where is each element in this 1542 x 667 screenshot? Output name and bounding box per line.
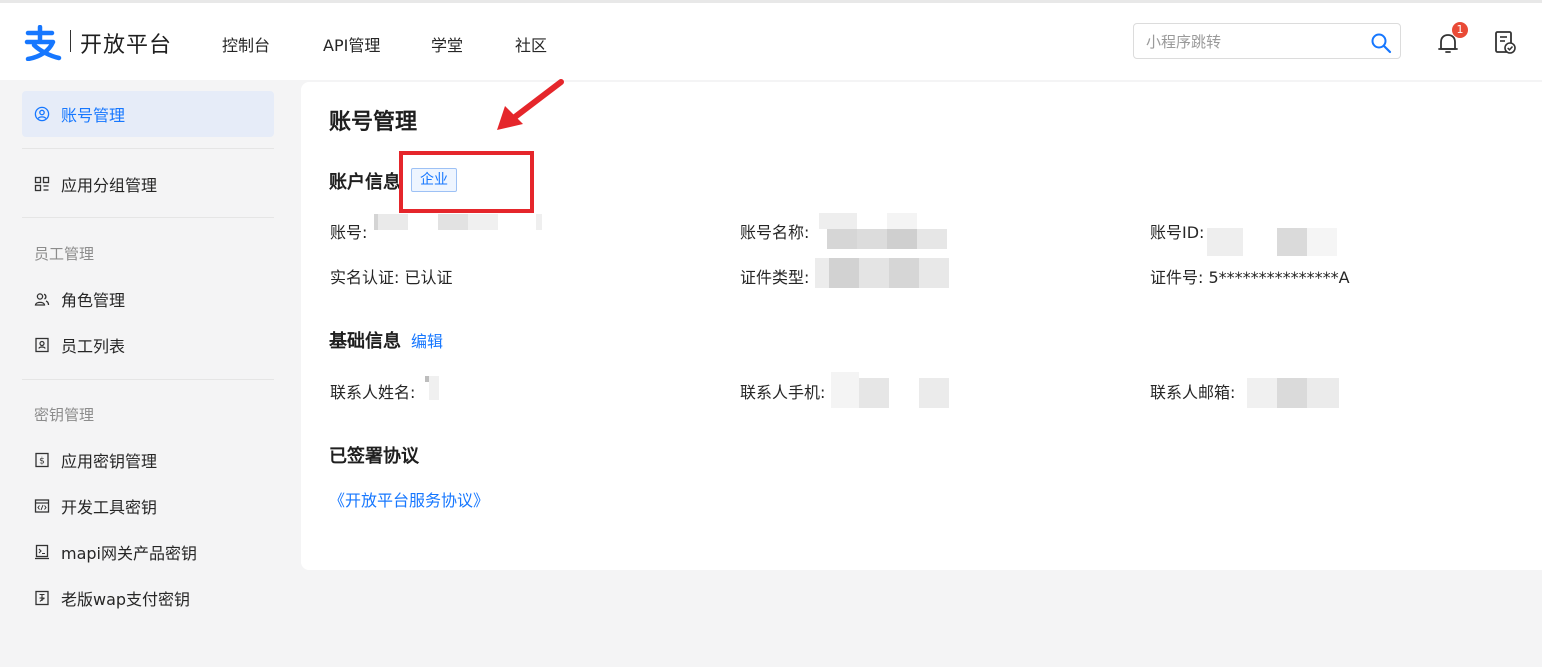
divider — [22, 379, 274, 380]
sidebar-item-staff-list[interactable]: 员工列表 — [22, 322, 274, 368]
sidebar-item-roles[interactable]: 角色管理 — [22, 276, 274, 322]
payment-doc-icon — [35, 590, 49, 606]
blurred-contact-email-value — [1247, 378, 1339, 408]
field-cert-no-label: 证件号: 5***************A — [1150, 264, 1350, 288]
sidebar-item-label: 角色管理 — [61, 291, 126, 310]
nav-community[interactable]: 社区 — [515, 32, 547, 56]
search-box — [1133, 23, 1401, 59]
divider — [22, 148, 274, 149]
blurred-cert-type-value — [815, 258, 949, 288]
sidebar-item-label: 员工列表 — [61, 337, 126, 356]
cert-no-label: 证件号: — [1150, 268, 1204, 287]
divider — [22, 217, 274, 218]
blurred-account-value — [374, 214, 542, 230]
key-doc-icon: $ — [35, 452, 49, 468]
blurred-account-name-value — [819, 213, 949, 249]
page-title: 账号管理 — [329, 110, 418, 135]
svg-text:$: $ — [39, 457, 45, 467]
real-name-label: 实名认证: — [330, 268, 400, 287]
field-account-label: 账号: — [330, 223, 368, 242]
sidebar-item-devtool-keys[interactable]: 开发工具密钥 — [22, 483, 274, 529]
field-real-name-label: 实名认证: 已认证 — [330, 264, 453, 288]
annotation-arrow-icon — [497, 79, 564, 130]
logo-divider — [70, 30, 71, 52]
field-account-id-label: 账号ID: — [1150, 223, 1205, 242]
users-icon — [34, 293, 50, 306]
top-bar: 开放平台 控制台 API管理 学堂 社区 1 — [0, 0, 1542, 80]
id-card-icon — [35, 337, 49, 353]
blurred-contact-phone-value — [831, 372, 949, 408]
blurred-account-id-value — [1207, 228, 1337, 256]
field-cert-type-label: 证件类型: — [740, 268, 810, 287]
sidebar-item-legacy-wap-keys[interactable]: 老版wap支付密钥 — [22, 575, 274, 621]
field-account-name-label: 账号名称: — [740, 223, 810, 242]
logo-text[interactable]: 开放平台 — [80, 27, 172, 59]
section-title-account-info: 账户信息 — [329, 172, 401, 193]
nav-academy[interactable]: 学堂 — [431, 32, 463, 56]
sidebar-item-label: 老版wap支付密钥 — [61, 590, 191, 609]
sidebar-group-staff: 员工管理 — [34, 245, 95, 263]
sidebar-item-app-groups[interactable]: 应用分组管理 — [22, 161, 274, 207]
nav-console[interactable]: 控制台 — [222, 32, 270, 56]
field-contact-name-label: 联系人姓名: — [330, 383, 416, 402]
sidebar-group-keys: 密钥管理 — [34, 406, 95, 424]
search-icon[interactable] — [1370, 32, 1392, 54]
sidebar-item-app-keys[interactable]: $ 应用密钥管理 — [22, 437, 274, 483]
terminal-icon — [35, 544, 49, 560]
user-circle-icon — [34, 106, 50, 122]
annotation-highlight-box — [399, 151, 534, 213]
section-title-agreements: 已签署协议 — [329, 446, 419, 467]
sidebar-item-label: 应用密钥管理 — [61, 452, 158, 471]
section-title-basic-info: 基础信息 — [329, 331, 401, 352]
field-contact-phone-label: 联系人手机: — [740, 383, 826, 402]
sidebar-item-account-management[interactable]: 账号管理 — [22, 91, 274, 137]
real-name-value: 已认证 — [404, 268, 453, 287]
sidebar-item-label: mapi网关产品密钥 — [61, 544, 197, 563]
sidebar-item-label: 账号管理 — [61, 106, 126, 125]
sidebar-item-mapi-keys[interactable]: mapi网关产品密钥 — [22, 529, 274, 575]
document-check-icon[interactable] — [1493, 29, 1517, 55]
cert-no-value: 5***************A — [1208, 268, 1350, 287]
alipay-logo-icon[interactable] — [22, 25, 62, 61]
agreement-link[interactable]: 《开放平台服务协议》 — [329, 487, 489, 511]
blurred-contact-name-value — [425, 376, 439, 400]
field-contact-email-label: 联系人邮箱: — [1150, 383, 1236, 402]
notification-badge: 1 — [1452, 22, 1468, 38]
code-window-icon — [34, 499, 50, 513]
edit-basic-info-link[interactable]: 编辑 — [411, 328, 443, 352]
grid-icon — [34, 176, 50, 192]
sidebar-item-label: 开发工具密钥 — [61, 498, 158, 517]
nav-api-management[interactable]: API管理 — [323, 32, 380, 56]
sidebar-item-label: 应用分组管理 — [61, 176, 158, 195]
search-input[interactable] — [1146, 31, 1366, 53]
